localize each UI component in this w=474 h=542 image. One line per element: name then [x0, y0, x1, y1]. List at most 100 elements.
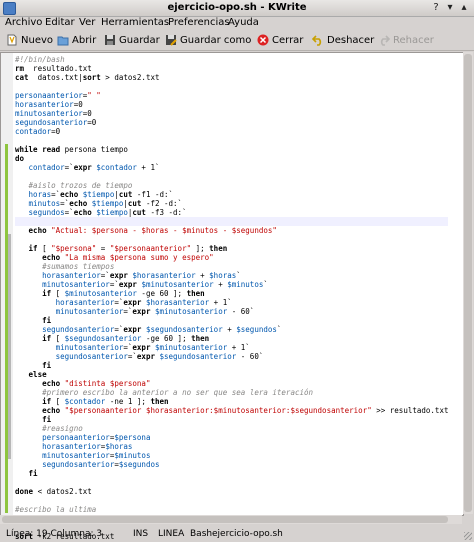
code-line[interactable]: minutosanterior=`expr $minutosanterior +…: [15, 280, 448, 289]
horizontal-scroll-thumb[interactable]: [2, 516, 448, 523]
code-keyword: fi: [42, 316, 52, 325]
code-line[interactable]: contador=0: [15, 127, 448, 136]
code-text: datos.txt|: [28, 73, 83, 82]
menu-archivo[interactable]: Archivo: [5, 17, 42, 28]
menu-ver[interactable]: Ver: [79, 17, 95, 28]
code-line[interactable]: #reasigno: [15, 424, 448, 433]
maximize-icon[interactable]: ▴: [458, 2, 470, 14]
code-line[interactable]: #escribo la ultima: [15, 505, 448, 514]
code-line[interactable]: minutosanterior=$minutos: [15, 451, 448, 460]
menu-herramientas[interactable]: Herramientas: [101, 17, 169, 28]
code-line[interactable]: [15, 235, 448, 244]
vertical-scrollbar[interactable]: [463, 52, 473, 514]
code-line[interactable]: #sumamos tiempos: [15, 262, 448, 271]
code-line[interactable]: segundos=`echo $tiempo|cut -f3 -d:`: [15, 208, 448, 217]
line-mode[interactable]: LINEA: [158, 529, 184, 539]
title-bar[interactable]: ejercicio-opo.sh - KWrite ? ▾ ▴: [0, 0, 474, 17]
undo-button[interactable]: Deshacer: [311, 32, 374, 48]
code-line[interactable]: horasanterior=`expr $horasanterior + 1`: [15, 298, 448, 307]
code-variable: $segundosanterior: [64, 334, 142, 343]
help-icon[interactable]: ?: [430, 2, 442, 14]
code-line[interactable]: echo "$personaanterior $horasanterior:$m…: [15, 406, 448, 415]
code-line[interactable]: fi: [15, 316, 448, 325]
code-line[interactable]: minutosanterior=`expr $minutosanterior +…: [15, 343, 448, 352]
vertical-scroll-thumb[interactable]: [464, 54, 472, 512]
file-type[interactable]: Bash: [190, 529, 212, 539]
save-as-button[interactable]: Guardar como: [165, 32, 251, 48]
code-variable: $horasanterior: [145, 298, 210, 307]
code-keyword: echo: [42, 379, 61, 388]
code-line[interactable]: if [ $contador -ne 1 ]; then: [15, 397, 448, 406]
code-comment: #reasigno: [42, 424, 83, 433]
code-line[interactable]: segundosanterior=0: [15, 118, 448, 127]
fold-marker-if[interactable]: [8, 234, 11, 459]
menu-ayuda[interactable]: Ayuda: [228, 17, 259, 28]
save-button[interactable]: Guardar: [104, 32, 160, 48]
code-line[interactable]: if [ "$persona" = "$personaanterior" ]; …: [15, 244, 448, 253]
new-button[interactable]: Nuevo: [6, 32, 53, 48]
code-comment: #aislo trozos de tiempo: [28, 181, 133, 190]
code-line[interactable]: [15, 478, 448, 487]
code-line[interactable]: done < datos2.txt: [15, 487, 448, 496]
resize-grip-icon[interactable]: [464, 532, 472, 540]
code-line[interactable]: segundosanterior=`expr $segundosanterior…: [15, 325, 448, 334]
code-line[interactable]: minutos=`echo $tiempo|cut -f2 -d:`: [15, 199, 448, 208]
code-line[interactable]: rm resultado.txt: [15, 64, 448, 73]
redo-button[interactable]: Rehacer: [378, 32, 434, 48]
code-variable: minutosanterior: [55, 343, 124, 352]
code-line[interactable]: if [ $minutosanterior -ge 60 ]; then: [15, 289, 448, 298]
horizontal-scrollbar[interactable]: [0, 515, 462, 524]
folding-gutter[interactable]: [1, 53, 13, 515]
code-keyword: expr: [132, 307, 151, 316]
code-line[interactable]: cat datos.txt|sort > datos2.txt: [15, 73, 448, 82]
minimize-icon[interactable]: ▾: [444, 2, 456, 14]
code-text: -ge 60 ];: [141, 334, 192, 343]
code-line[interactable]: [15, 217, 449, 226]
code-line[interactable]: fi: [15, 415, 448, 424]
code-line[interactable]: personaanterior=$persona: [15, 433, 448, 442]
code-line[interactable]: #primero escribo la anterior a no ser qu…: [15, 388, 448, 397]
code-line[interactable]: echo "La misma $persona sumo y espero": [15, 253, 448, 262]
code-line[interactable]: if [ $segundosanterior -ge 60 ]; then: [15, 334, 448, 343]
code-keyword: fi: [42, 415, 52, 424]
code-line[interactable]: minutosanterior=0: [15, 109, 448, 118]
code-line[interactable]: do: [15, 154, 448, 163]
code-line[interactable]: contador=`expr $contador + 1`: [15, 163, 448, 172]
code-keyword: then: [150, 397, 169, 406]
code-line[interactable]: [15, 172, 448, 181]
code-text: -ge 60 ];: [136, 289, 187, 298]
code-line[interactable]: horasanterior=`expr $horasanterior + $ho…: [15, 271, 448, 280]
code-line[interactable]: #!/bin/bash: [15, 55, 448, 64]
code-line[interactable]: horasanterior=$horas: [15, 442, 448, 451]
code-line[interactable]: fi: [15, 469, 448, 478]
code-line[interactable]: horasanterior=0: [15, 100, 448, 109]
code-text[interactable]: #!/bin/bash rm resultado.txt cat datos.txt…: [15, 55, 449, 541]
code-line[interactable]: horas=`echo $tiempo|cut -f1 -d:`: [15, 190, 448, 199]
menu-editar[interactable]: Editar: [45, 17, 75, 28]
code-line[interactable]: minutosanterior=`expr $minutosanterior -…: [15, 307, 448, 316]
insert-mode[interactable]: INS: [133, 529, 148, 539]
code-editor[interactable]: #!/bin/bash rm resultado.txt cat datos.txt…: [0, 52, 464, 541]
code-line[interactable]: [15, 496, 448, 505]
code-line[interactable]: echo "Actual: $persona - $horas - $minut…: [15, 226, 448, 235]
code-line[interactable]: while read persona tiempo: [15, 145, 448, 154]
code-line[interactable]: segundosanterior=`expr $segundosanterior…: [15, 352, 448, 361]
open-button[interactable]: Abrir: [57, 32, 96, 48]
code-line[interactable]: #aislo trozos de tiempo: [15, 181, 448, 190]
code-variable: $minutosanterior: [64, 289, 137, 298]
code-line[interactable]: fi: [15, 361, 448, 370]
code-line[interactable]: [15, 136, 448, 145]
code-line[interactable]: segundosanterior=$segundos: [15, 460, 448, 469]
code-keyword: expr: [123, 325, 142, 334]
code-variable: minutosanterior: [15, 109, 83, 118]
code-line[interactable]: [15, 82, 448, 91]
code-line[interactable]: personaanterior=" ": [15, 91, 448, 100]
close-button[interactable]: Cerrar: [257, 32, 303, 48]
code-line[interactable]: else: [15, 370, 448, 379]
menu-preferencias[interactable]: Preferencias: [168, 17, 230, 28]
code-line[interactable]: echo "distinta $persona": [15, 379, 448, 388]
